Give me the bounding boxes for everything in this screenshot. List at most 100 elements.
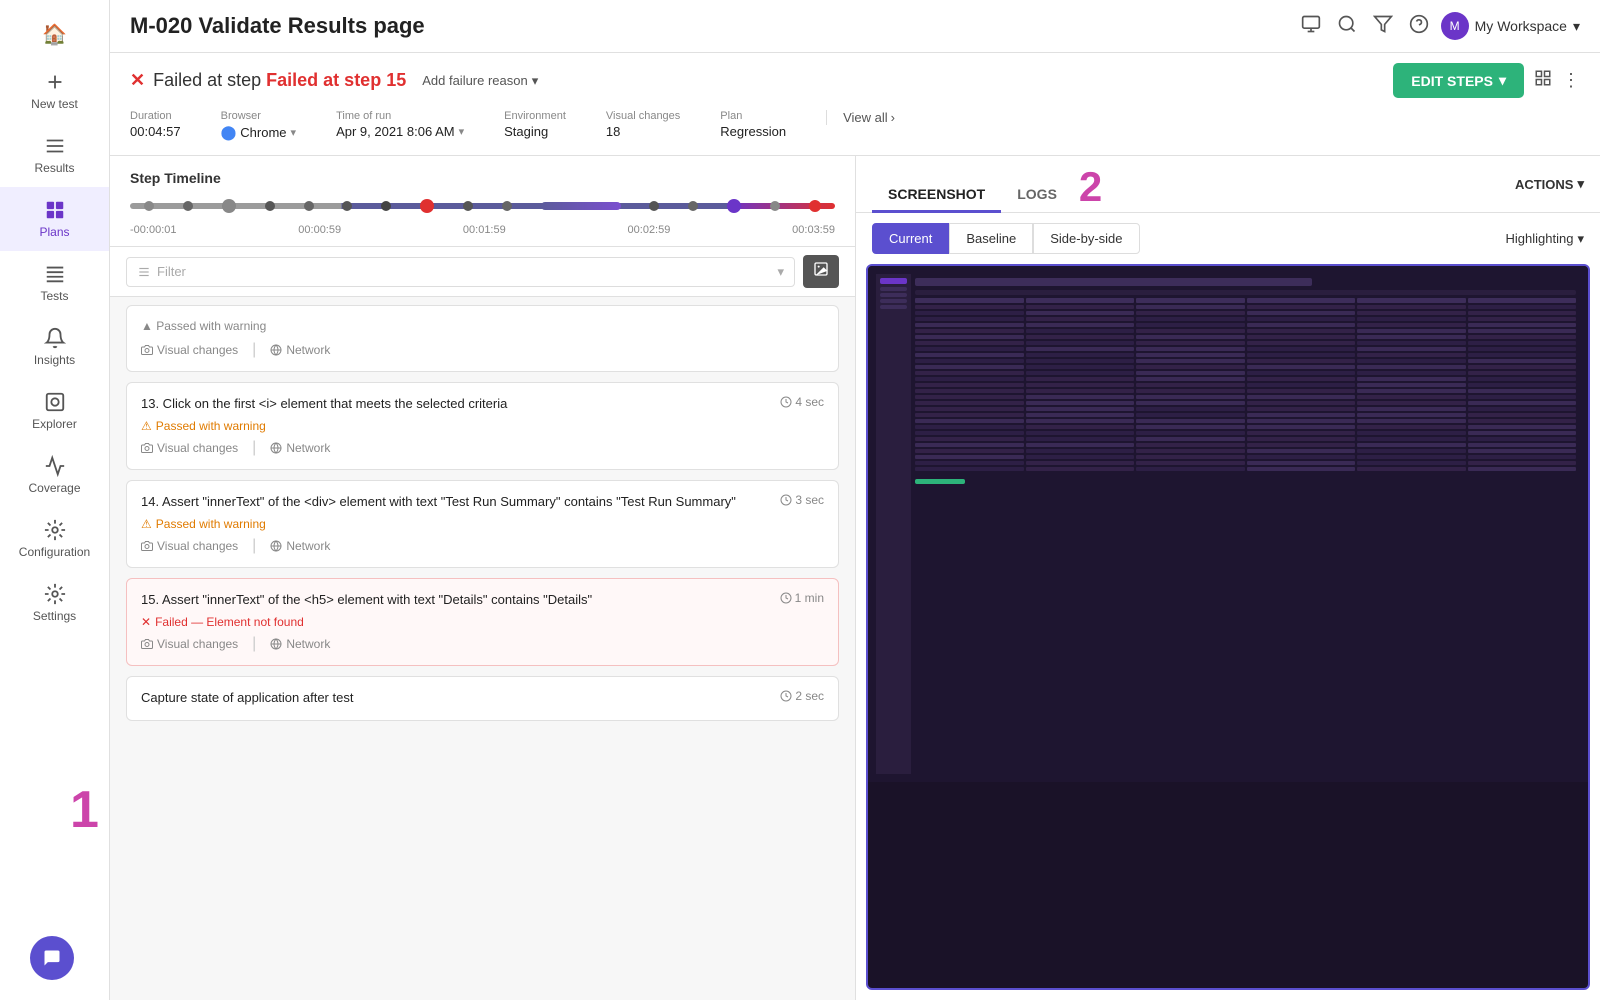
mock-data-row — [915, 449, 1576, 453]
mock-data-cell — [915, 467, 1024, 471]
mock-data-cell — [1247, 365, 1356, 369]
configuration-icon — [44, 519, 66, 541]
mock-data-cell — [1026, 449, 1135, 453]
timeline-dot[interactable] — [342, 201, 352, 211]
mock-data-row — [915, 365, 1576, 369]
timeline-dot[interactable] — [304, 201, 314, 211]
network-link-14[interactable]: Network — [270, 539, 330, 553]
visual-changes-link-15[interactable]: Visual changes — [141, 637, 238, 651]
mock-data-cell — [1468, 401, 1577, 405]
mock-data-cell — [1026, 419, 1135, 423]
help-icon[interactable] — [1409, 14, 1429, 39]
edit-steps-button[interactable]: EDIT STEPS ▾ — [1393, 63, 1524, 98]
mock-data-row — [915, 311, 1576, 315]
mock-data-cell — [1468, 347, 1577, 351]
tab-screenshot[interactable]: SCREENSHOT — [872, 178, 1001, 213]
annotation-number-1: 1 — [70, 780, 99, 840]
list-view-button[interactable] — [1534, 69, 1552, 92]
timeline-dot[interactable] — [381, 201, 391, 211]
screenshot-icon-button[interactable] — [803, 255, 839, 288]
sidebar-item-tests[interactable]: Tests — [0, 251, 109, 315]
visual-changes-link-14[interactable]: Visual changes — [141, 539, 238, 553]
actions-button[interactable]: ACTIONS ▾ — [1515, 176, 1584, 202]
step-card-14: 14. Assert "innerText" of the <div> elem… — [126, 480, 839, 568]
timeline-dot-blue[interactable] — [727, 199, 741, 213]
add-failure-button[interactable]: Add failure reason ▾ — [422, 73, 538, 89]
tab-logs[interactable]: LOGS — [1001, 178, 1073, 213]
sidebar-item-results[interactable]: Results — [0, 123, 109, 187]
mock-data-cell — [1468, 305, 1577, 309]
timeline-dot[interactable] — [144, 201, 154, 211]
mock-data-cell — [1357, 413, 1466, 417]
view-tab-sidebyside[interactable]: Side-by-side — [1033, 223, 1139, 254]
left-panel: Step Timeline — [110, 156, 855, 1000]
mock-data-cell — [1357, 347, 1466, 351]
mock-data-cell — [1026, 437, 1135, 441]
timeline-dot-red[interactable] — [420, 199, 434, 213]
timeline-dot[interactable] — [463, 201, 473, 211]
mock-data-cell — [1247, 407, 1356, 411]
timeline-dot[interactable] — [541, 202, 621, 210]
visual-changes-link[interactable]: Visual changes — [141, 343, 238, 357]
mock-data-row — [915, 323, 1576, 327]
subheader-right: EDIT STEPS ▾ ⋮ — [1393, 63, 1580, 98]
search-icon[interactable] — [1337, 14, 1357, 39]
mock-data-cell — [1357, 305, 1466, 309]
timeline-dot[interactable] — [649, 201, 659, 211]
mock-data-cell — [1136, 461, 1245, 465]
timeline-dot[interactable] — [502, 201, 512, 211]
mock-data-cell — [1026, 383, 1135, 387]
mock-data-cell — [915, 377, 1024, 381]
mock-data-cell — [1136, 341, 1245, 345]
mock-data-cell — [1247, 413, 1356, 417]
mock-data-cell — [1357, 323, 1466, 327]
mock-data-cell — [1026, 353, 1135, 357]
screenshot-preview — [866, 264, 1590, 990]
mock-data-cell — [1468, 407, 1577, 411]
step-card-15: 15. Assert "innerText" of the <h5> eleme… — [126, 578, 839, 666]
sidebar-item-explorer[interactable]: Explorer — [0, 379, 109, 443]
filter-icon[interactable] — [1373, 14, 1393, 39]
mock-data-cell — [1136, 455, 1245, 459]
timeline-dot[interactable] — [688, 201, 698, 211]
sidebar-item-home[interactable]: 🏠 — [0, 10, 109, 59]
clock-icon-capture — [780, 690, 792, 702]
filter-input[interactable]: Filter ▾ — [126, 257, 795, 287]
sidebar-item-settings[interactable]: Settings — [0, 571, 109, 635]
mock-data-row — [915, 413, 1576, 417]
timeline-dot[interactable] — [183, 201, 193, 211]
view-tab-baseline[interactable]: Baseline — [949, 223, 1033, 254]
timeline-dot[interactable] — [770, 201, 780, 211]
mock-data-cell — [1247, 311, 1356, 315]
network-link[interactable]: Network — [270, 343, 330, 357]
mock-data-cell — [1247, 425, 1356, 429]
view-tab-current[interactable]: Current — [872, 223, 949, 254]
sidebar-item-label: Plans — [39, 225, 69, 239]
sidebar-item-new-test[interactable]: New test — [0, 59, 109, 123]
mock-data-cell — [1136, 389, 1245, 393]
chat-bubble[interactable] — [30, 936, 74, 980]
sidebar-item-insights[interactable]: Insights — [0, 315, 109, 379]
visual-changes-link-13[interactable]: Visual changes — [141, 441, 238, 455]
timeline-dot-end[interactable] — [809, 200, 821, 212]
sidebar-item-plans[interactable]: Plans — [0, 187, 109, 251]
monitor-icon[interactable] — [1301, 14, 1321, 39]
plans-icon — [44, 199, 66, 221]
view-all-link[interactable]: View all › — [843, 110, 895, 125]
timeline-dot[interactable] — [222, 199, 236, 213]
mock-data-cell — [1026, 323, 1135, 327]
timeline-dot[interactable] — [265, 201, 275, 211]
mock-data-cell — [1026, 461, 1135, 465]
sidebar-item-configuration[interactable]: Configuration — [0, 507, 109, 571]
sidebar-item-coverage[interactable]: Coverage — [0, 443, 109, 507]
workspace-button[interactable]: M My Workspace ▾ — [1441, 12, 1580, 40]
network-link-15[interactable]: Network — [270, 637, 330, 651]
mock-data-cell — [1026, 443, 1135, 447]
timeline-label: 00:00:59 — [298, 224, 341, 236]
mock-data-cell — [1136, 449, 1245, 453]
results-icon — [44, 135, 66, 157]
mock-data-cell — [1247, 305, 1356, 309]
more-options-button[interactable]: ⋮ — [1562, 70, 1580, 91]
network-link-13[interactable]: Network — [270, 441, 330, 455]
highlighting-button[interactable]: Highlighting ▾ — [1506, 231, 1584, 247]
